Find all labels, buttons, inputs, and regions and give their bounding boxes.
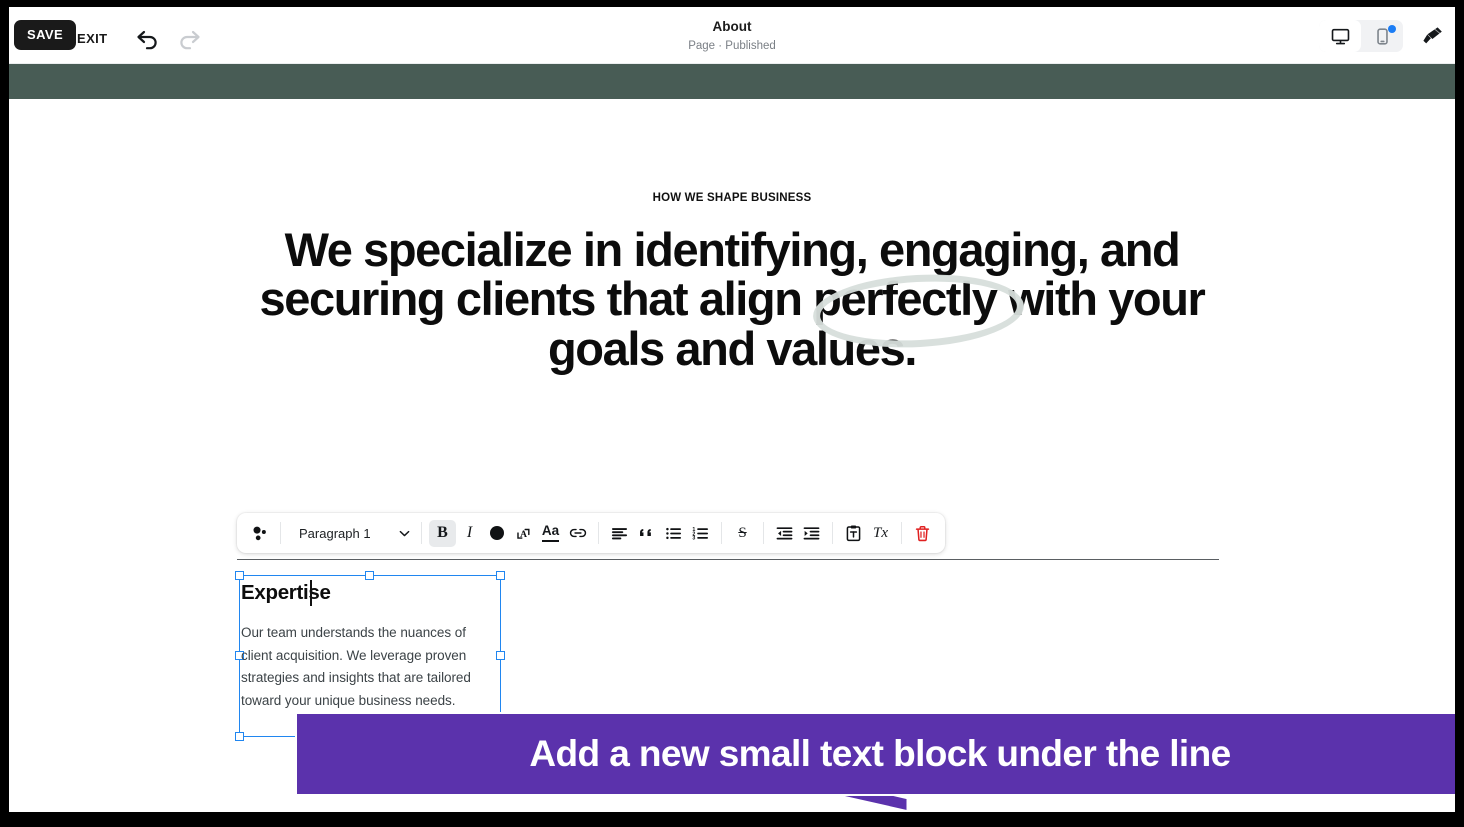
undo-arrow-icon: [137, 30, 157, 50]
annotation-callout-text: Add a new small text block under the lin…: [529, 733, 1231, 774]
toolbar-separator: [832, 522, 833, 544]
color-dots-icon: [253, 526, 266, 540]
rich-text-toolbar: Paragraph 1 B I A Aa 1 2 3 S Tx: [237, 513, 945, 553]
page-status-subtitle: Page · Published: [688, 39, 776, 52]
italic-button[interactable]: I: [456, 520, 483, 547]
indent-button[interactable]: [798, 520, 825, 547]
paragraph-style-value: Paragraph 1: [299, 525, 371, 541]
text-style-swatch-button[interactable]: [246, 520, 273, 547]
redo-button[interactable]: [173, 23, 203, 51]
paragraph-style-dropdown[interactable]: Paragraph 1: [288, 520, 414, 547]
horizontal-divider: [237, 559, 1219, 560]
font-size-button[interactable]: A: [510, 520, 537, 547]
clipboard-text-icon: [846, 525, 861, 541]
section-eyebrow: HOW WE SHAPE BUSINESS: [652, 192, 812, 204]
desktop-view-button[interactable]: [1319, 20, 1361, 52]
strikethrough-icon: S: [738, 524, 747, 541]
toolbar-separator: [721, 522, 722, 544]
page-title: About: [712, 19, 752, 34]
numbered-list-button[interactable]: 123: [687, 520, 714, 547]
outdent-button[interactable]: [771, 520, 798, 547]
italic-icon: I: [466, 524, 473, 541]
desktop-monitor-icon: [1331, 28, 1349, 44]
annotation-callout-banner: Add a new small text block under the lin…: [295, 712, 1455, 796]
editor-top-bar: SAVE EXIT About Page · Published: [9, 7, 1455, 64]
resize-handle-top-left[interactable]: [235, 571, 244, 580]
screenshot-frame: SAVE EXIT About Page · Published HOW WE …: [0, 0, 1464, 827]
svg-text:3: 3: [692, 535, 695, 541]
resize-handle-bottom-left[interactable]: [235, 732, 244, 741]
undo-button[interactable]: [134, 23, 164, 51]
bulleted-list-button[interactable]: [660, 520, 687, 547]
document-title-group: About Page · Published: [9, 19, 1455, 54]
mobile-view-button[interactable]: [1361, 20, 1403, 52]
clear-format-button[interactable]: Tx: [867, 520, 894, 547]
indent-icon: [803, 526, 820, 539]
theme-brush-button[interactable]: [1417, 21, 1449, 51]
bulleted-list-icon: [666, 527, 682, 539]
toolbar-separator: [598, 522, 599, 544]
quote-icon: [640, 528, 651, 536]
website-editor-app: SAVE EXIT About Page · Published HOW WE …: [9, 7, 1455, 812]
redo-arrow-icon: [180, 30, 200, 50]
link-button[interactable]: [564, 520, 591, 547]
viewport-toggle-group: [1319, 20, 1403, 52]
blockquote-button[interactable]: [633, 520, 660, 547]
align-button[interactable]: [606, 520, 633, 547]
align-left-icon: [611, 527, 628, 539]
resize-handle-top-center[interactable]: [365, 571, 374, 580]
paste-as-text-button[interactable]: [840, 520, 867, 547]
text-color-button[interactable]: [483, 520, 510, 547]
mobile-notification-dot: [1388, 25, 1396, 33]
clear-formatting-icon: Tx: [873, 524, 888, 541]
toolbar-separator: [280, 522, 281, 544]
numbered-list-icon: 123: [692, 526, 709, 541]
section-headline[interactable]: We specialize in identifying, engaging, …: [209, 225, 1255, 373]
toolbar-separator: [421, 522, 422, 544]
trash-icon: [915, 525, 930, 541]
site-header-band: [9, 64, 1455, 99]
page-canvas[interactable]: HOW WE SHAPE BUSINESS We specialize in i…: [9, 99, 1455, 812]
toolbar-separator: [901, 522, 902, 544]
text-case-icon: Aa: [541, 523, 560, 542]
save-button[interactable]: SAVE: [14, 20, 77, 50]
font-size-icon: A: [517, 528, 530, 539]
strikethrough-button[interactable]: S: [729, 520, 756, 547]
text-block-body[interactable]: Our team understands the nuances of clie…: [241, 622, 499, 713]
text-cursor-caret: [310, 580, 312, 606]
outdent-icon: [776, 526, 793, 539]
link-chain-icon: [569, 528, 586, 538]
bold-button[interactable]: B: [429, 519, 456, 547]
text-case-button[interactable]: Aa: [537, 520, 564, 547]
exit-button[interactable]: EXIT: [77, 31, 108, 46]
resize-handle-top-right[interactable]: [496, 571, 505, 580]
toolbar-separator: [763, 522, 764, 544]
chevron-down-icon: [399, 530, 410, 536]
text-block-heading[interactable]: Expertise: [241, 581, 331, 605]
delete-button[interactable]: [909, 520, 936, 547]
filled-circle-icon: [489, 526, 504, 540]
paint-brush-icon: [1423, 27, 1442, 44]
bold-icon: B: [437, 524, 448, 541]
